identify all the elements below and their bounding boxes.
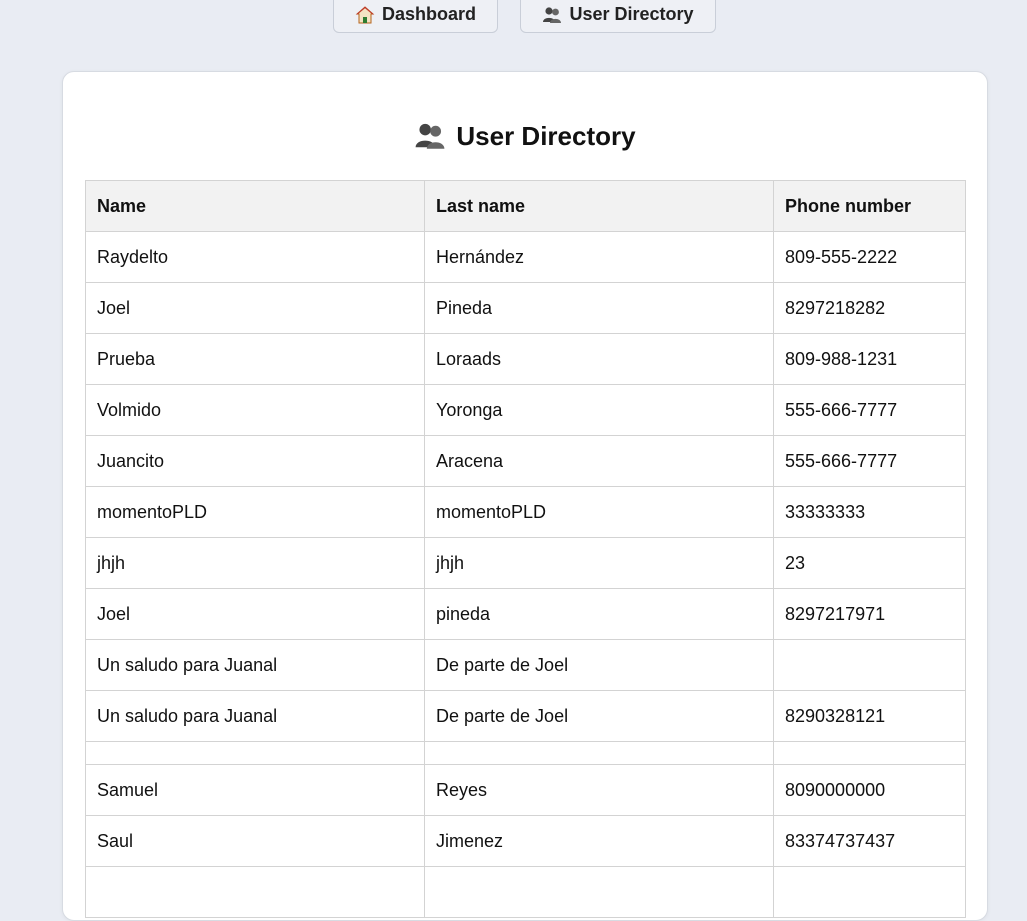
cell-phone: 33333333: [773, 486, 966, 538]
directory-card: User Directory Name Last name Phone numb…: [62, 71, 988, 921]
table-row: Un saludo para Juanal De parte de Joel: [85, 639, 966, 691]
cell-name: momentoPLD: [85, 486, 425, 538]
cell-last-name: pineda: [424, 588, 774, 640]
cell-last-name: Reyes: [424, 764, 774, 816]
cell-name: Un saludo para Juanal: [85, 690, 425, 742]
cell-last-name: De parte de Joel: [424, 690, 774, 742]
table-row: Saul Jimenez 83374737437: [85, 815, 966, 867]
table-row: Prueba Loraads 809-988-1231: [85, 333, 966, 385]
table-row: Raydelto Hernández 809-555-2222: [85, 231, 966, 283]
cell-name: Samuel: [85, 764, 425, 816]
column-header-name: Name: [85, 180, 425, 232]
user-directory-button[interactable]: User Directory: [520, 0, 716, 33]
table-row: Juancito Aracena 555-666-7777: [85, 435, 966, 487]
cell-name: Saul: [85, 815, 425, 867]
cell-last-name: Hernández: [424, 231, 774, 283]
table-row: [85, 866, 966, 918]
cell-name: Raydelto: [85, 231, 425, 283]
table-row: Samuel Reyes 8090000000: [85, 764, 966, 816]
cell-name: [85, 866, 425, 918]
table-row: Joel pineda 8297217971: [85, 588, 966, 640]
table-row: momentoPLD momentoPLD 33333333: [85, 486, 966, 538]
dashboard-label: Dashboard: [381, 4, 477, 24]
cell-name: Volmido: [85, 384, 425, 436]
table-row: jhjh jhjh 23: [85, 537, 966, 589]
top-nav: Dashboard User Directory: [0, 0, 1027, 35]
column-header-phone: Phone number: [773, 180, 966, 232]
cell-phone: 809-988-1231: [773, 333, 966, 385]
cell-phone: [773, 639, 966, 691]
table-header-row: Name Last name Phone number: [85, 180, 966, 232]
house-icon: [355, 5, 375, 25]
cell-name: Juancito: [85, 435, 425, 487]
cell-phone: 8297218282: [773, 282, 966, 334]
user-directory-label: User Directory: [569, 4, 694, 24]
cell-phone: 555-666-7777: [773, 384, 966, 436]
page-title: User Directory: [63, 120, 987, 152]
users-icon: [542, 5, 562, 25]
cell-last-name: Pineda: [424, 282, 774, 334]
cell-phone: 809-555-2222: [773, 231, 966, 283]
cell-last-name: Aracena: [424, 435, 774, 487]
dashboard-button[interactable]: Dashboard: [333, 0, 498, 33]
cell-last-name: [424, 741, 774, 765]
cell-phone: 8090000000: [773, 764, 966, 816]
cell-phone: [773, 741, 966, 765]
cell-name: Un saludo para Juanal: [85, 639, 425, 691]
cell-name: Prueba: [85, 333, 425, 385]
cell-phone: 83374737437: [773, 815, 966, 867]
table-row: Volmido Yoronga 555-666-7777: [85, 384, 966, 436]
cell-name: [85, 741, 425, 765]
users-icon: [414, 120, 446, 152]
table-row: Un saludo para Juanal De parte de Joel 8…: [85, 690, 966, 742]
table-row: [85, 741, 966, 765]
column-header-last-name: Last name: [424, 180, 774, 232]
cell-phone: 8297217971: [773, 588, 966, 640]
page-title-text: User Directory: [456, 120, 636, 151]
cell-name: jhjh: [85, 537, 425, 589]
cell-last-name: jhjh: [424, 537, 774, 589]
cell-last-name: Loraads: [424, 333, 774, 385]
cell-last-name: Yoronga: [424, 384, 774, 436]
cell-last-name: momentoPLD: [424, 486, 774, 538]
cell-last-name: De parte de Joel: [424, 639, 774, 691]
user-table: Name Last name Phone number Raydelto Her…: [85, 180, 966, 918]
table-row: Joel Pineda 8297218282: [85, 282, 966, 334]
cell-name: Joel: [85, 282, 425, 334]
cell-phone: 8290328121: [773, 690, 966, 742]
cell-phone: 555-666-7777: [773, 435, 966, 487]
cell-last-name: Jimenez: [424, 815, 774, 867]
cell-phone: 23: [773, 537, 966, 589]
cell-name: Joel: [85, 588, 425, 640]
cell-phone: [773, 866, 966, 918]
cell-last-name: [424, 866, 774, 918]
